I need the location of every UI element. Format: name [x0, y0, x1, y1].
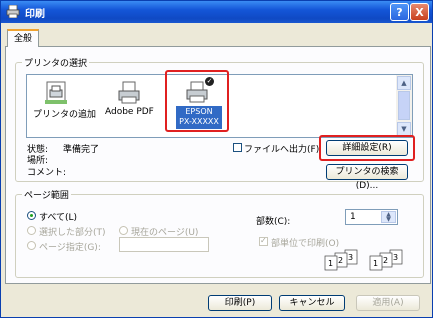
preferences-highlight [319, 135, 415, 161]
help-button[interactable]: ? [390, 3, 409, 21]
radio-current-page[interactable] [119, 226, 128, 235]
tab-general[interactable]: 全般 [7, 29, 39, 47]
collate-label[interactable]: 部単位で印刷(O) [271, 236, 339, 249]
scroll-up-icon[interactable]: ▲ [397, 76, 411, 90]
copies-value: 1 [350, 212, 356, 222]
svg-text:3: 3 [393, 253, 398, 262]
title-bar[interactable]: 印刷 ? X [1, 1, 432, 23]
copies-label: 部数(C): [256, 217, 291, 227]
svg-text:3: 3 [348, 253, 353, 262]
collate-pages-icon: 3 2 1 [324, 249, 358, 271]
copies-spinner[interactable]: 1 ▲ ▼ [345, 209, 398, 225]
printer-group-legend: プリンタの選択 [22, 56, 90, 69]
print-dialog: 印刷 ? X 全般 プリンタの選択 プリンタの追加 Adobe PDF ✓ EP… [0, 0, 433, 318]
cancel-button[interactable]: キャンセル [279, 295, 345, 311]
selection-label[interactable]: 選択した部分(T) [39, 225, 106, 238]
radio-selected-dot [30, 214, 33, 217]
print-button[interactable]: 印刷(P) [208, 295, 272, 311]
collate-check-icon: ✓ [260, 236, 267, 245]
printer-icon [118, 81, 140, 104]
printer-item-label: Adobe PDF [105, 107, 154, 117]
scroll-thumb[interactable] [398, 91, 410, 120]
find-printer-button[interactable]: プリンタの検索(D)... [326, 164, 408, 191]
svg-text:1: 1 [328, 259, 333, 268]
svg-text:1: 1 [373, 259, 378, 268]
printer-item-label: プリンタの追加 [33, 110, 97, 120]
page-range-legend: ページ範囲 [22, 188, 71, 201]
pages-label[interactable]: ページ指定(G): [39, 240, 101, 253]
window-title: 印刷 [25, 9, 45, 20]
comment-label: コメント: [27, 168, 67, 178]
printer-highlight [165, 70, 229, 132]
status-value: 準備完了 [63, 145, 100, 155]
apply-button[interactable]: 適用(A) [356, 295, 420, 311]
close-button[interactable]: X [410, 3, 429, 21]
svg-text:2: 2 [338, 256, 343, 265]
collate-checkbox[interactable]: ✓ [259, 236, 268, 246]
radio-all-pages[interactable] [27, 211, 36, 220]
radio-selection[interactable] [27, 226, 36, 235]
collate-pages-icon: 3 2 1 [369, 249, 403, 271]
pages-input[interactable] [119, 237, 209, 252]
svg-text:2: 2 [383, 256, 388, 265]
add-printer-icon [45, 81, 67, 104]
printer-icon [6, 5, 20, 18]
printer-list-scrollbar[interactable]: ▲ ▼ [396, 75, 412, 137]
print-to-file-checkbox[interactable] [233, 143, 242, 152]
all-pages-label[interactable]: すべて(L) [39, 210, 77, 223]
scroll-down-icon[interactable]: ▼ [397, 122, 411, 136]
print-to-file-label[interactable]: ファイルへ出力(F) [244, 142, 319, 155]
spinner-arrows-icon[interactable]: ▲ ▼ [381, 211, 396, 223]
radio-page-range[interactable] [27, 241, 36, 250]
